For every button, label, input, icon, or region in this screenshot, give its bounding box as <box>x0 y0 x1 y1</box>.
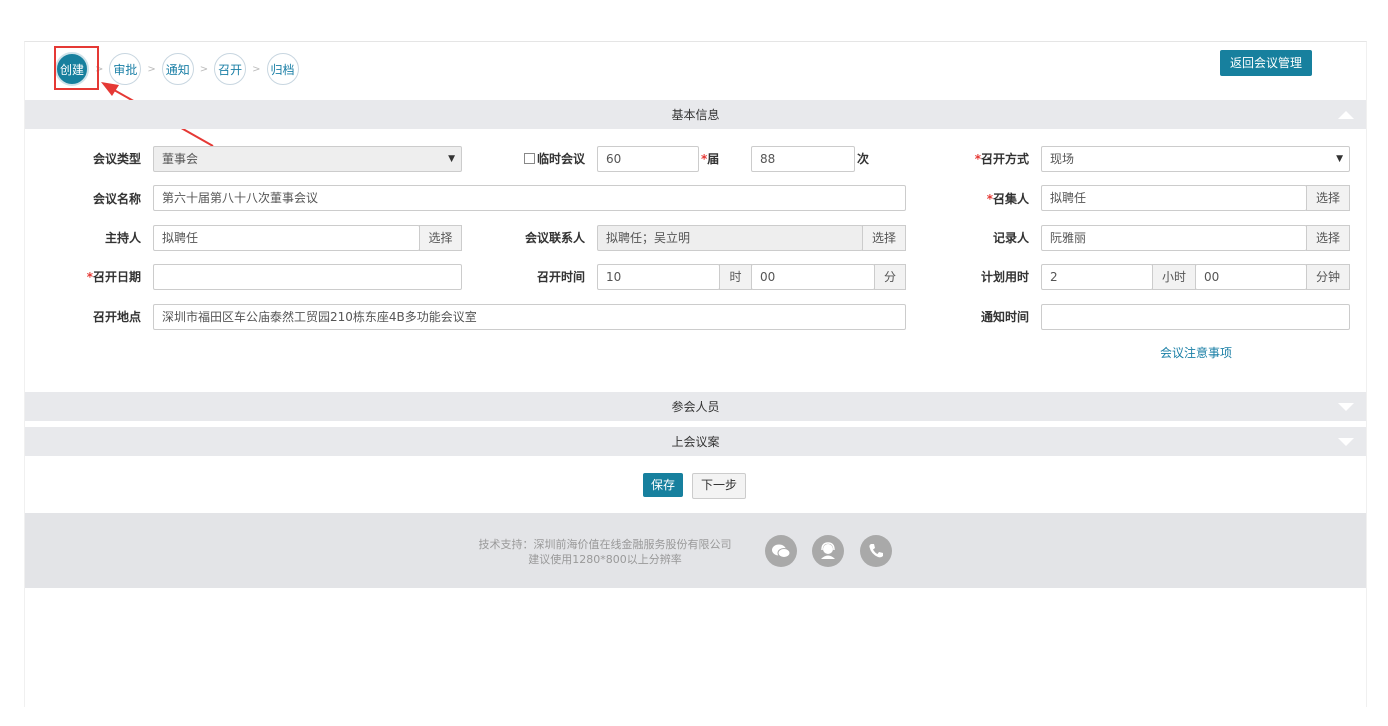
tech-support-text: 技术支持：深圳前海价值在线金融服务股份有限公司 <box>478 538 732 551</box>
meeting-notes-link[interactable]: 会议注意事项 <box>1160 344 1232 361</box>
session-label: *届 <box>701 152 720 166</box>
resolution-hint-text: 建议使用1280*800以上分辨率 <box>528 553 682 566</box>
temporary-meeting-input[interactable]: 60 <box>597 146 699 172</box>
convener-select-button[interactable]: 选择 <box>1306 185 1350 211</box>
save-button[interactable]: 保存 <box>643 473 684 497</box>
times-unit-label: 次 <box>857 152 870 166</box>
recorder-input[interactable]: 阮雅丽 <box>1041 225 1307 251</box>
meeting-contact-select-button[interactable]: 选择 <box>862 225 906 251</box>
minute-unit-label: 分 <box>874 264 906 290</box>
meeting-method-label-text: 召开方式 <box>980 152 1029 166</box>
recorder-label: 记录人 <box>992 231 1029 245</box>
temporary-meeting-checkbox[interactable] <box>523 153 535 164</box>
temporary-meeting-checkbox-label[interactable]: 临时会议 <box>515 145 585 173</box>
footer: 技术支持：深圳前海价值在线金融服务股份有限公司 建议使用1280*800以上分辨… <box>25 513 1366 588</box>
meeting-minute-input[interactable]: 00 <box>751 264 875 290</box>
step-separator: > <box>252 63 261 75</box>
meeting-type-value: 董事会 <box>162 152 199 166</box>
meeting-method-select[interactable]: 现场 ▼ <box>1041 146 1350 172</box>
location-input[interactable]: 深圳市福田区车公庙泰然工贸园210栋东座4B多功能会议室 <box>153 304 906 330</box>
meeting-contact-input[interactable]: 拟聘任；吴立明 <box>597 225 863 251</box>
section-title: 上会议案 <box>671 435 720 449</box>
section-title: 参会人员 <box>671 400 720 414</box>
meeting-name-label: 会议名称 <box>92 192 141 206</box>
meeting-contact-label: 会议联系人 <box>524 231 585 245</box>
convener-label-text: 召集人 <box>992 192 1029 206</box>
planned-minutes-input[interactable]: 00 <box>1195 264 1307 290</box>
host-select-button[interactable]: 选择 <box>419 225 462 251</box>
wechat-icon[interactable] <box>765 535 797 567</box>
expand-down-icon[interactable] <box>1338 402 1354 411</box>
meeting-method-label: *召开方式 <box>974 152 1029 166</box>
meeting-name-input[interactable]: 第六十届第八十八次董事会议 <box>153 185 906 211</box>
section-basic-info[interactable]: 基本信息 <box>25 100 1366 129</box>
meeting-date-label: *召开日期 <box>86 270 141 284</box>
host-input[interactable]: 拟聘任 <box>153 225 420 251</box>
meeting-type-select[interactable]: 董事会 ▼ <box>153 146 462 172</box>
meeting-time-label: 召开时间 <box>536 270 585 284</box>
collapse-up-icon[interactable] <box>1338 110 1354 119</box>
meeting-date-label-text: 召开日期 <box>92 270 141 284</box>
planned-hours-input[interactable]: 2 <box>1041 264 1153 290</box>
minutes-unit-label: 分钟 <box>1306 264 1350 290</box>
notify-time-label: 通知时间 <box>980 310 1029 324</box>
section-title: 基本信息 <box>671 108 720 122</box>
customer-service-icon[interactable] <box>812 535 844 567</box>
main-frame: 创建 > 审批 > 通知 > 召开 > 归档 返回会议管理 基本信息 会议类型 … <box>24 41 1367 707</box>
expand-down-icon[interactable] <box>1338 437 1354 446</box>
dropdown-arrow-icon: ▼ <box>1336 154 1343 164</box>
section-attendees[interactable]: 参会人员 <box>25 392 1366 421</box>
footer-text: 技术支持：深圳前海价值在线金融服务股份有限公司 建议使用1280*800以上分辨… <box>455 537 755 567</box>
notify-time-input[interactable] <box>1041 304 1350 330</box>
location-label: 召开地点 <box>92 310 141 324</box>
hours-unit-label: 小时 <box>1152 264 1196 290</box>
host-label: 主持人 <box>104 231 141 245</box>
recorder-select-button[interactable]: 选择 <box>1306 225 1350 251</box>
planned-duration-label: 计划用时 <box>980 270 1029 284</box>
meeting-type-label: 会议类型 <box>92 152 141 166</box>
hour-unit-label: 时 <box>719 264 752 290</box>
meeting-date-input[interactable] <box>153 264 462 290</box>
session-label-text: 届 <box>707 152 720 166</box>
temporary-meeting-label: 临时会议 <box>536 152 585 166</box>
back-to-meeting-management-button[interactable]: 返回会议管理 <box>1219 50 1312 76</box>
convener-label: *召集人 <box>986 192 1029 206</box>
step-archive[interactable]: 归档 <box>266 53 299 85</box>
meeting-hour-input[interactable]: 10 <box>597 264 720 290</box>
dropdown-arrow-icon: ▼ <box>448 154 455 164</box>
meeting-method-value: 现场 <box>1050 152 1075 166</box>
phone-icon[interactable] <box>860 535 892 567</box>
section-agenda[interactable]: 上会议案 <box>25 427 1366 456</box>
session-input[interactable]: 88 <box>751 146 855 172</box>
convener-input[interactable]: 拟聘任 <box>1041 185 1307 211</box>
next-step-button[interactable]: 下一步 <box>692 473 747 499</box>
